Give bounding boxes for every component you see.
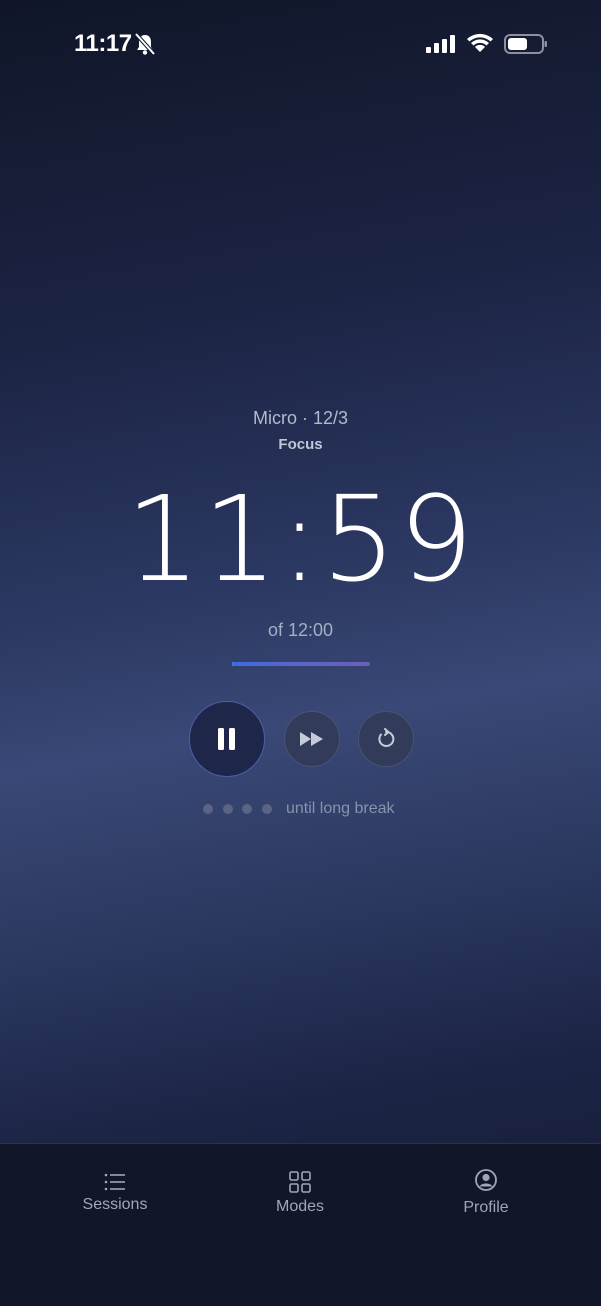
phase-label: Focus [278, 436, 323, 453]
tab-profile-label: Profile [463, 1199, 509, 1216]
bell-slash-icon [134, 32, 156, 56]
status-time: 11:17 [74, 30, 132, 57]
grid-icon [289, 1171, 311, 1193]
tab-sessions-label: Sessions [82, 1196, 148, 1213]
progress-bar [232, 662, 370, 666]
list-icon [104, 1173, 125, 1191]
tab-sessions[interactable]: Sessions [15, 1144, 215, 1234]
pause-icon [218, 728, 235, 750]
status-bar: 11:17 [0, 0, 601, 88]
mode-label: Micro · 12/3 [252, 408, 349, 428]
profile-icon [475, 1169, 497, 1191]
signal-icon [426, 35, 455, 53]
tab-bar: Sessions Modes Profile [0, 1143, 601, 1306]
timer-display: 11:59 [125, 470, 476, 608]
tab-modes[interactable]: Modes [200, 1144, 400, 1234]
fast-forward-icon [300, 732, 323, 746]
total-duration-label: of 12:00 [267, 620, 334, 640]
long-break-label: until long break [286, 800, 395, 817]
long-break-dot [203, 804, 213, 814]
long-break-dot [261, 804, 272, 814]
tab-modes-label: Modes [275, 1198, 325, 1215]
tab-profile[interactable]: Profile [386, 1144, 586, 1234]
reset-icon [378, 728, 395, 747]
pause-button[interactable] [189, 701, 265, 777]
reset-button[interactable] [358, 711, 414, 767]
wifi-icon [467, 33, 493, 52]
long-break-dot [222, 804, 233, 814]
long-break-dot [242, 804, 252, 814]
skip-button[interactable] [284, 711, 340, 767]
battery-icon [504, 34, 547, 54]
